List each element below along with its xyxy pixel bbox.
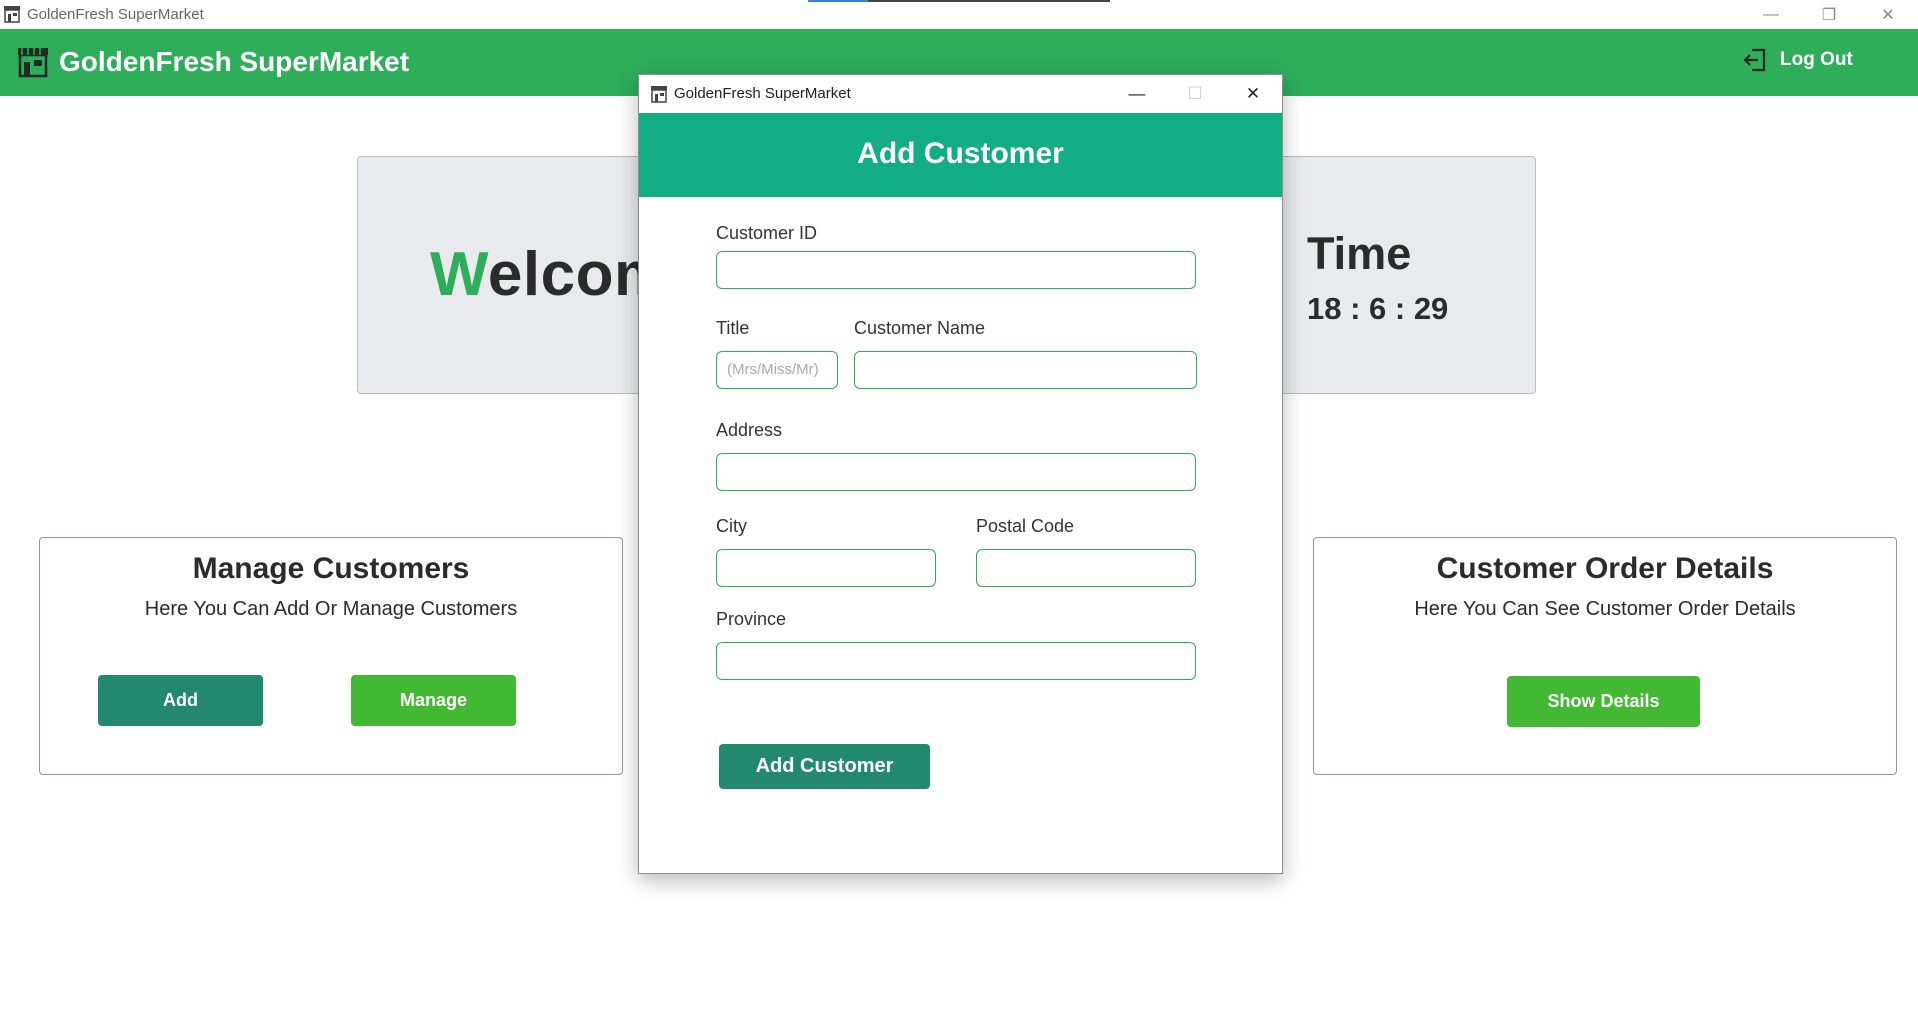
welcome-first-letter: W	[430, 240, 488, 309]
dialog-maximize-button: ☐	[1187, 84, 1203, 103]
postal-code-label: Postal Code	[976, 516, 1075, 536]
time-label: Time	[1307, 228, 1412, 279]
customer-name-label: Customer Name	[854, 318, 986, 338]
title-label: Title	[716, 318, 750, 338]
dialog-header: Add Customer	[639, 113, 1282, 197]
dialog-window-title: GoldenFresh SuperMarket	[674, 85, 851, 102]
add-customer-nav-button[interactable]: Add	[98, 675, 263, 726]
store-icon	[18, 48, 48, 78]
address-label: Address	[716, 420, 783, 440]
dialog-minimize-button[interactable]: —	[1108, 75, 1166, 113]
card-description: Here You Can Add Or Manage Customers	[144, 598, 518, 620]
show-details-button[interactable]: Show Details	[1507, 676, 1700, 727]
window-title: GoldenFresh SuperMarket	[27, 6, 204, 23]
dialog-close-button[interactable]: ✕	[1224, 75, 1282, 113]
time-value: 18 : 6 : 29	[1307, 291, 1449, 326]
manage-customers-button[interactable]: Manage	[351, 675, 516, 726]
customer-id-input[interactable]	[716, 251, 1196, 289]
dialog-heading: Add Customer	[857, 137, 1064, 170]
manage-customers-card: Manage Customers Here You Can Add Or Man…	[39, 537, 623, 775]
close-button[interactable]: ✕	[1860, 0, 1916, 29]
postal-code-input[interactable]	[976, 549, 1196, 587]
card-title: Customer Order Details	[1436, 552, 1774, 585]
logout-label: Log Out	[1780, 49, 1853, 70]
app-brand: GoldenFresh SuperMarket	[59, 46, 410, 77]
dialog-titlebar: GoldenFresh SuperMarket — ☐ ✕	[639, 75, 1282, 113]
card-title: Manage Customers	[192, 552, 470, 585]
city-label: City	[716, 516, 747, 536]
taskbar-focus-indicator	[808, 0, 1110, 2]
card-description: Here You Can See Customer Order Details	[1414, 598, 1796, 620]
customer-name-input[interactable]	[854, 351, 1197, 389]
customer-id-label: Customer ID	[716, 223, 818, 243]
restore-button[interactable]: ❐	[1801, 0, 1857, 29]
province-input[interactable]	[716, 642, 1196, 680]
store-icon	[4, 6, 20, 23]
store-icon	[651, 86, 667, 103]
logout-icon	[1743, 48, 1766, 72]
minimize-button[interactable]: —	[1743, 0, 1799, 29]
window-titlebar: GoldenFresh SuperMarket — ❐ ✕	[0, 0, 1918, 29]
add-customer-dialog: GoldenFresh SuperMarket — ☐ ✕ Add Custom…	[638, 74, 1283, 874]
logout-button[interactable]: Log Out	[1742, 45, 1853, 75]
order-details-card: Customer Order Details Here You Can See …	[1313, 537, 1897, 775]
title-input[interactable]	[716, 351, 838, 389]
city-input[interactable]	[716, 549, 936, 587]
province-label: Province	[716, 609, 787, 629]
add-customer-submit-button[interactable]: Add Customer	[719, 744, 930, 789]
address-input[interactable]	[716, 453, 1196, 491]
